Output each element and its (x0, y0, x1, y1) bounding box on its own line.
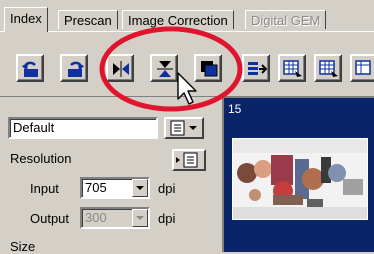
output-label: Output (30, 211, 70, 226)
tab-index-label: Index (10, 11, 42, 26)
rotate-left-button[interactable] (16, 54, 44, 82)
photo-thumbnail (233, 139, 367, 219)
resolution-label: Resolution (10, 151, 72, 166)
tab-index[interactable]: Index (4, 7, 48, 32)
tab-digital-gem-label: Digital GEM (251, 13, 321, 28)
arrow-list-icon (176, 152, 198, 168)
flip-vertical-button[interactable] (150, 54, 178, 82)
preset-menu-button[interactable] (164, 117, 204, 139)
preset-value: Default (13, 120, 55, 135)
overlay-frames-button[interactable] (194, 54, 222, 82)
tab-prescan[interactable]: Prescan (58, 10, 118, 29)
rotate-left-icon (22, 61, 38, 77)
output-dpi-select: 300 (80, 207, 150, 229)
output-dpi-unit: dpi (158, 211, 176, 226)
grid-extra-icon (355, 60, 371, 75)
frame-arrow-button[interactable] (242, 54, 270, 82)
grid-select-button[interactable] (278, 54, 306, 82)
input-label: Input (30, 181, 59, 196)
flip-horizontal-button[interactable] (106, 54, 134, 82)
resolution-menu-button[interactable] (172, 149, 206, 171)
rotate-right-icon (68, 61, 84, 77)
input-dpi-dropdown-arrow[interactable] (132, 179, 148, 197)
thumbnail-pane[interactable]: 15 (222, 96, 374, 252)
flip-horizontal-icon (113, 61, 129, 77)
input-dpi-value: 705 (85, 180, 107, 195)
overlay-frames-icon (201, 61, 218, 77)
preset-select[interactable]: Default (8, 117, 158, 139)
rotate-right-button[interactable] (60, 54, 88, 82)
frame-arrow-icon (248, 62, 267, 75)
tab-strip: Index Prescan Image Correction Digital G… (0, 0, 374, 32)
list-menu-icon (170, 120, 197, 136)
grid-extra-button[interactable] (350, 54, 374, 82)
output-dpi-dropdown-arrow (132, 209, 148, 227)
grid-select-alt-button[interactable] (314, 54, 342, 82)
thumbnail-image[interactable] (232, 138, 368, 220)
tab-image-correction-label: Image Correction (128, 13, 228, 28)
tab-prescan-label: Prescan (64, 13, 112, 28)
tab-image-correction[interactable]: Image Correction (122, 10, 234, 29)
grid-select-alt-icon (319, 60, 338, 77)
output-dpi-value: 300 (85, 210, 107, 225)
flip-vertical-icon (157, 61, 173, 77)
input-dpi-unit: dpi (158, 181, 176, 196)
settings-panel: Default Resolution Input 705 dpi Output … (0, 96, 220, 254)
toolbar (0, 32, 374, 96)
tab-digital-gem: Digital GEM (245, 10, 327, 29)
grid-select-icon (283, 60, 302, 77)
frame-number: 15 (228, 102, 242, 116)
input-dpi-select[interactable]: 705 (80, 177, 150, 199)
